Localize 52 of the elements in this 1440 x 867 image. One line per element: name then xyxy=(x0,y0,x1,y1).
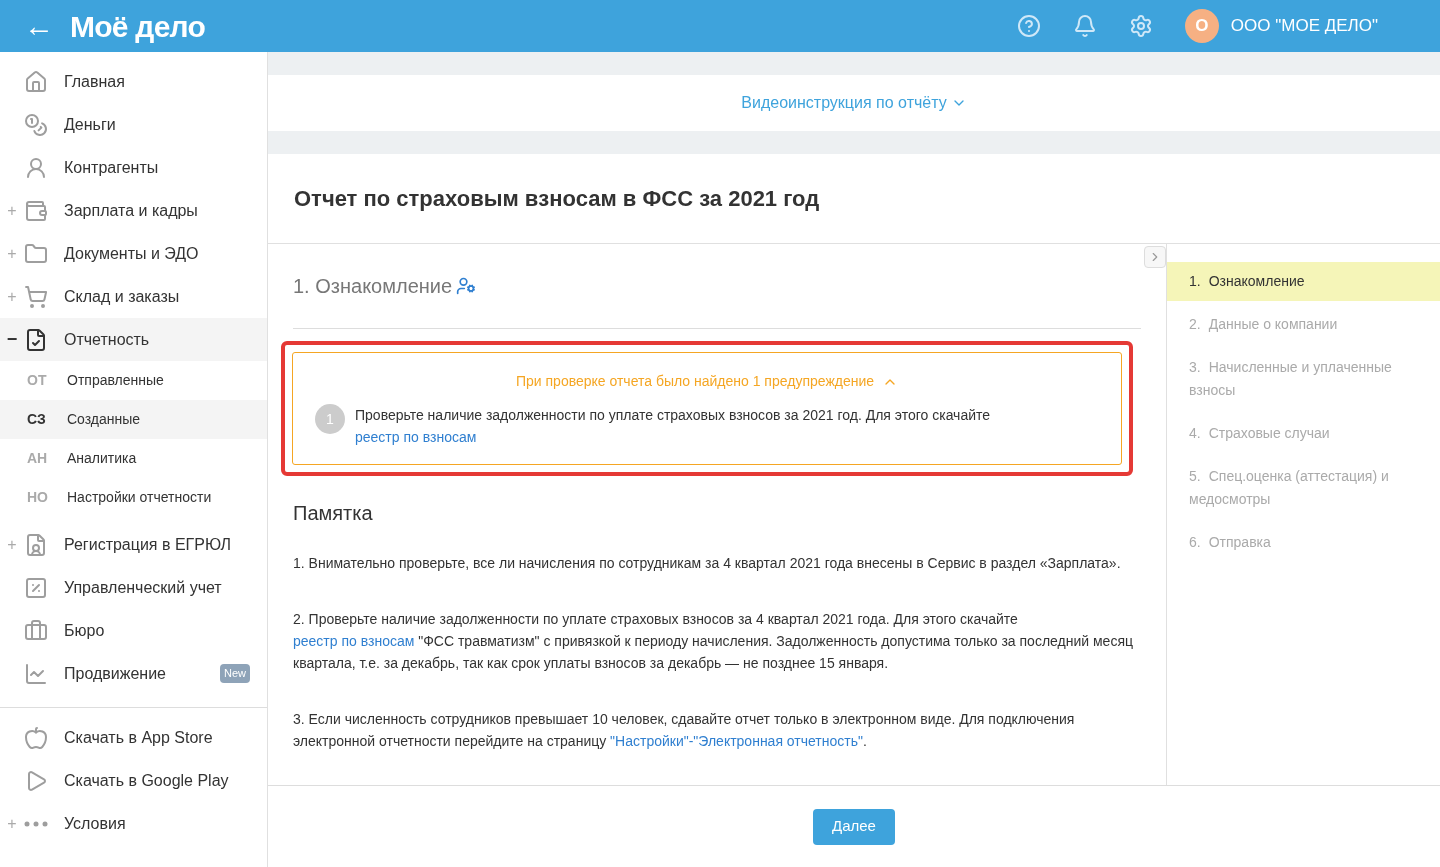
sidebar-item[interactable]: + Зарплата и кадры xyxy=(0,189,267,232)
section-abbreviation: СЗ xyxy=(27,410,47,429)
apple-icon xyxy=(24,725,48,750)
memo-paragraph: 1. Внимательно проверьте, все ли начисления по сотрудникам за 4 квартал 2021 года внесены в Сервис в раздел «Зарплата». xyxy=(293,554,1122,573)
sidebar-item[interactable]: + Условия xyxy=(0,802,267,845)
memo-title: Памятка xyxy=(293,501,374,526)
sidebar-item[interactable]: Контрагенты xyxy=(0,146,267,189)
link[interactable]: реестр по взносам xyxy=(293,633,415,649)
coins-icon xyxy=(24,112,48,137)
home-icon xyxy=(24,69,48,94)
section-abbreviation: ОТ xyxy=(27,371,48,390)
sidebar-item[interactable]: Скачать в App Store xyxy=(0,716,267,759)
briefcase-icon xyxy=(24,618,48,643)
link[interactable]: реестр по взносам xyxy=(355,429,477,445)
folder-icon xyxy=(24,241,48,266)
sidebar-item[interactable]: Главная xyxy=(0,60,267,103)
sidebar-item[interactable]: Деньги xyxy=(0,103,267,146)
sidebar-subitem[interactable]: СЗ Созданные xyxy=(0,400,267,439)
document-check-icon xyxy=(24,327,48,352)
link[interactable]: "Настройки"-"Электронная отчетность" xyxy=(610,733,863,749)
memo-paragraph: 3. Если численность сотрудников превышает 10 человек, сдавайте отчет только в электронном виде. Для подключения электронной отчетности перейдите на страницу "Настройки"-"Электронная отчетность". xyxy=(293,710,1076,751)
step-item[interactable]: 1. Ознакомление xyxy=(1167,262,1440,301)
sidebar-item[interactable]: Управленческий учет xyxy=(0,566,267,609)
ellipsis-icon xyxy=(24,820,48,827)
chart-icon xyxy=(24,661,48,686)
section-abbreviation: АН xyxy=(27,449,49,468)
sidebar-item[interactable]: + Регистрация в ЕГРЮЛ xyxy=(0,523,267,566)
sidebar-subitem[interactable]: АН Аналитика xyxy=(0,439,267,478)
collapse-button[interactable] xyxy=(1144,246,1166,268)
sidebar-item[interactable]: + Склад и заказы xyxy=(0,275,267,318)
help-icon[interactable] xyxy=(1016,14,1041,38)
sidebar-item[interactable]: Бюро xyxy=(0,609,267,652)
wallet-icon xyxy=(24,198,48,223)
document-person-icon xyxy=(24,532,48,557)
sidebar-item[interactable]: + Документы и ЭДО xyxy=(0,232,267,275)
settings-icon[interactable] xyxy=(1128,14,1153,38)
page-title: Отчет по страховым взносам в ФСС за 2021 год xyxy=(294,185,820,213)
new-badge: New xyxy=(220,664,250,683)
sidebar-item[interactable]: Скачать в Google Play xyxy=(0,759,267,802)
person-icon xyxy=(24,155,48,180)
sidebar-item[interactable]: − Отчетность xyxy=(0,318,267,361)
memo-paragraph: 2. Проверьте наличие задолженности по уплате страховых взносов за 4 квартал 2021 года. Для этого скачайте реестр по взносам "ФСС травматизм" с привязкой к периоду начисления. Задолженность допустима только за последний месяц квартала, т.е. за декабрь, так как срок уплаты взносов за декабрь — не позднее 15 января. xyxy=(293,610,1133,673)
section-abbreviation: НО xyxy=(27,488,49,507)
expand-toggle[interactable]: − xyxy=(0,326,24,353)
sidebar-item[interactable]: Продвижение New xyxy=(0,652,267,695)
section-title: 1. Ознакомление xyxy=(293,274,453,299)
cart-icon xyxy=(24,284,48,309)
sidebar-subitem[interactable]: НО Настройки отчетности xyxy=(0,478,267,517)
notification-icon[interactable] xyxy=(1072,14,1097,38)
sidebar-subitem[interactable]: ОТ Отправленные xyxy=(0,361,267,400)
warning-text: Проверьте наличие задолженности по уплате страховых взносов за 2021 год. Для этого скачайте реестр по взносам xyxy=(355,406,992,447)
logo: Моё дело xyxy=(70,8,206,45)
